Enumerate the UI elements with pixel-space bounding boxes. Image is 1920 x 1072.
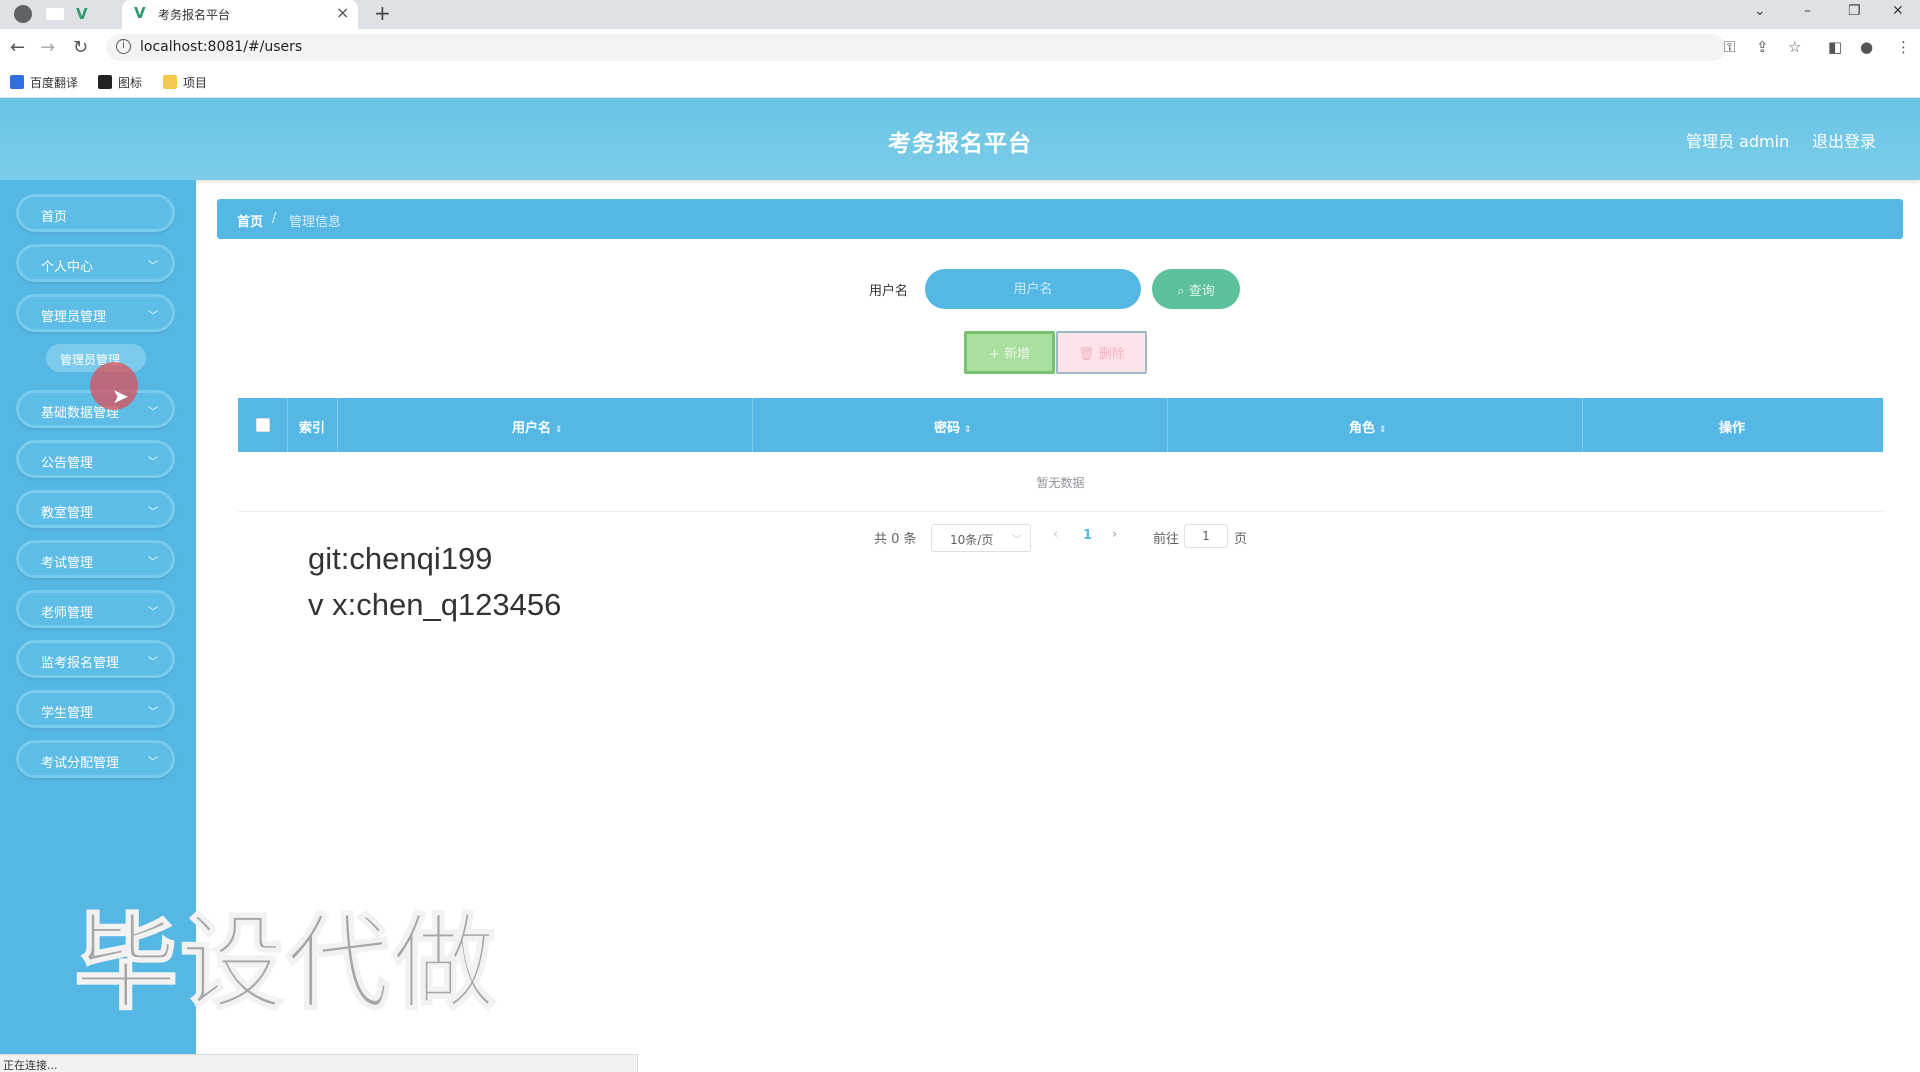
sidebar-item-exam-assignment[interactable]: 考试分配管理 ﹀	[16, 740, 175, 778]
share-icon[interactable]: ⇪	[1756, 38, 1769, 56]
breadcrumb: 首页 / 管理信息	[217, 199, 1903, 239]
column-actions: 操作	[1719, 421, 1746, 436]
sidebar-item-exams[interactable]: 考试管理 ﹀	[16, 540, 175, 578]
column-role[interactable]: 角色 ⇕	[1168, 398, 1583, 452]
trash-icon: 🗑	[1078, 347, 1099, 362]
status-text: 正在连接...	[3, 1059, 58, 1072]
tab-close-icon[interactable]: ×	[336, 3, 349, 22]
column-username[interactable]: 用户名 ⇕	[338, 398, 753, 452]
sidebar-subitem-admin-management[interactable]: 管理员管理	[46, 344, 146, 372]
chevron-down-icon: ﹀	[1012, 535, 1022, 546]
column-password[interactable]: 密码 ⇕	[753, 398, 1168, 452]
search-icon: ⌕	[1177, 283, 1189, 299]
column-index: 索引	[288, 398, 338, 452]
chevron-down-icon: ﹀	[148, 507, 158, 518]
mouse-cursor-icon: ➤	[112, 384, 129, 408]
bookmarks-bar: 百度翻译 图标 项目	[0, 66, 1920, 98]
plus-icon: +	[988, 347, 1004, 362]
bookmark-folder[interactable]: 项目	[163, 74, 207, 91]
delete-button[interactable]: 🗑 删除	[1056, 331, 1147, 374]
chevron-down-icon: ﹀	[148, 707, 158, 718]
side-panel-icon[interactable]: ◧	[1828, 38, 1842, 56]
menu-kebab-icon[interactable]: ⋮	[1896, 38, 1911, 56]
select-all-column	[238, 398, 288, 452]
restore-icon[interactable]: ❐	[1848, 3, 1861, 19]
folder-icon	[163, 75, 177, 89]
reload-icon[interactable]: ↻	[73, 37, 88, 58]
sidebar-item-home[interactable]: 首页	[16, 194, 175, 232]
sort-icon[interactable]: ⇕	[1379, 425, 1387, 435]
pagination-total: 共 0 条	[874, 532, 917, 547]
page-unit-label: 页	[1234, 532, 1248, 547]
sidebar-item-admin-management[interactable]: 管理员管理 ﹀	[16, 294, 175, 332]
sort-icon[interactable]: ⇕	[555, 425, 563, 435]
add-button[interactable]: + 新增	[964, 331, 1055, 374]
chevron-down-icon: ﹀	[148, 311, 158, 322]
page-number[interactable]: 1	[1083, 528, 1092, 543]
select-all-checkbox[interactable]	[256, 418, 270, 432]
app-header: 考务报名平台 管理员 admin 退出登录	[0, 98, 1920, 180]
table-header: 索引 用户名 ⇕ 密码 ⇕ 角色 ⇕ 操作	[238, 398, 1883, 452]
logout-link[interactable]: 退出登录	[1812, 128, 1876, 152]
profile-icon[interactable]: ●	[1860, 38, 1873, 56]
search-label: 用户名	[869, 284, 909, 299]
chevron-down-icon: ﹀	[148, 657, 158, 668]
translate-icon	[10, 75, 24, 89]
current-user: 管理员 admin	[1686, 132, 1790, 151]
prev-page-icon[interactable]: ‹	[1053, 527, 1058, 542]
address-bar: ← → ↻ i localhost:8081/#/users ⚿ ⇪ ☆ ◧ ●…	[0, 29, 1920, 66]
table-body: 暂无数据	[238, 452, 1883, 512]
minimize-icon[interactable]: –	[1804, 3, 1811, 19]
breadcrumb-current: 管理信息	[289, 215, 342, 230]
sidebar-item-announcements[interactable]: 公告管理 ﹀	[16, 440, 175, 478]
bookmark-translate[interactable]: 百度翻译	[10, 74, 78, 91]
bookmark-image[interactable]: 图标	[98, 74, 142, 91]
chevron-down-icon: ﹀	[148, 457, 158, 468]
back-icon[interactable]: ←	[10, 37, 25, 58]
vue-favicon-icon: V	[134, 4, 146, 22]
watermark-text: 毕设代做	[73, 901, 499, 1025]
site-info-icon[interactable]: i	[116, 39, 131, 54]
goto-page-input[interactable]	[1184, 524, 1228, 548]
new-tab-icon[interactable]: +	[374, 1, 391, 25]
active-tab[interactable]: V 考务报名平台 ×	[122, 0, 358, 29]
sidebar-item-personal-center[interactable]: 个人中心 ﹀	[16, 244, 175, 282]
vue-icon[interactable]: V	[76, 5, 94, 23]
next-page-icon[interactable]: ›	[1112, 527, 1117, 542]
blank-tab-icon[interactable]	[46, 8, 64, 20]
star-icon[interactable]: ☆	[1788, 38, 1801, 56]
sidebar-item-classrooms[interactable]: 教室管理 ﹀	[16, 490, 175, 528]
tab-search-icon[interactable]: ⌄	[1754, 3, 1766, 19]
image-icon	[98, 75, 112, 89]
username-search-input[interactable]	[925, 269, 1141, 309]
forward-icon[interactable]: →	[40, 37, 55, 58]
chevron-down-icon: ﹀	[148, 757, 158, 768]
browser-status-bar: 正在连接...	[0, 1054, 638, 1072]
users-table: 索引 用户名 ⇕ 密码 ⇕ 角色 ⇕ 操作 暂无数据	[238, 398, 1883, 512]
globe-icon[interactable]	[14, 5, 32, 23]
goto-label: 前往	[1153, 532, 1180, 547]
breadcrumb-home[interactable]: 首页	[237, 211, 263, 230]
chevron-down-icon: ﹀	[148, 557, 158, 568]
chevron-down-icon: ﹀	[148, 261, 158, 272]
url-input[interactable]: i localhost:8081/#/users	[106, 34, 1726, 61]
page-size-select[interactable]: 10条/页 ﹀	[931, 524, 1031, 552]
tab-title: 考务报名平台	[158, 8, 231, 22]
browser-tab-bar: V V 考务报名平台 × + ⌄ – ❐ ✕	[0, 0, 1920, 29]
query-button[interactable]: ⌕ 查询	[1152, 269, 1240, 309]
sidebar-item-teachers[interactable]: 老师管理 ﹀	[16, 590, 175, 628]
overlay-git-text: git:chenqi199	[308, 541, 493, 576]
app-title: 考务报名平台	[888, 131, 1032, 157]
breadcrumb-separator: /	[272, 211, 277, 226]
overlay-contact-text: v x:chen_q123456	[308, 587, 562, 622]
empty-state-text: 暂无数据	[1036, 476, 1085, 490]
url-text: localhost:8081/#/users	[140, 39, 303, 55]
chevron-down-icon: ﹀	[148, 607, 158, 618]
chevron-down-icon: ﹀	[148, 407, 158, 418]
sidebar-item-proctor-registration[interactable]: 监考报名管理 ﹀	[16, 640, 175, 678]
sidebar-item-students[interactable]: 学生管理 ﹀	[16, 690, 175, 728]
key-icon[interactable]: ⚿	[1724, 38, 1735, 56]
window-close-icon[interactable]: ✕	[1892, 3, 1904, 19]
sort-icon[interactable]: ⇕	[964, 425, 972, 435]
